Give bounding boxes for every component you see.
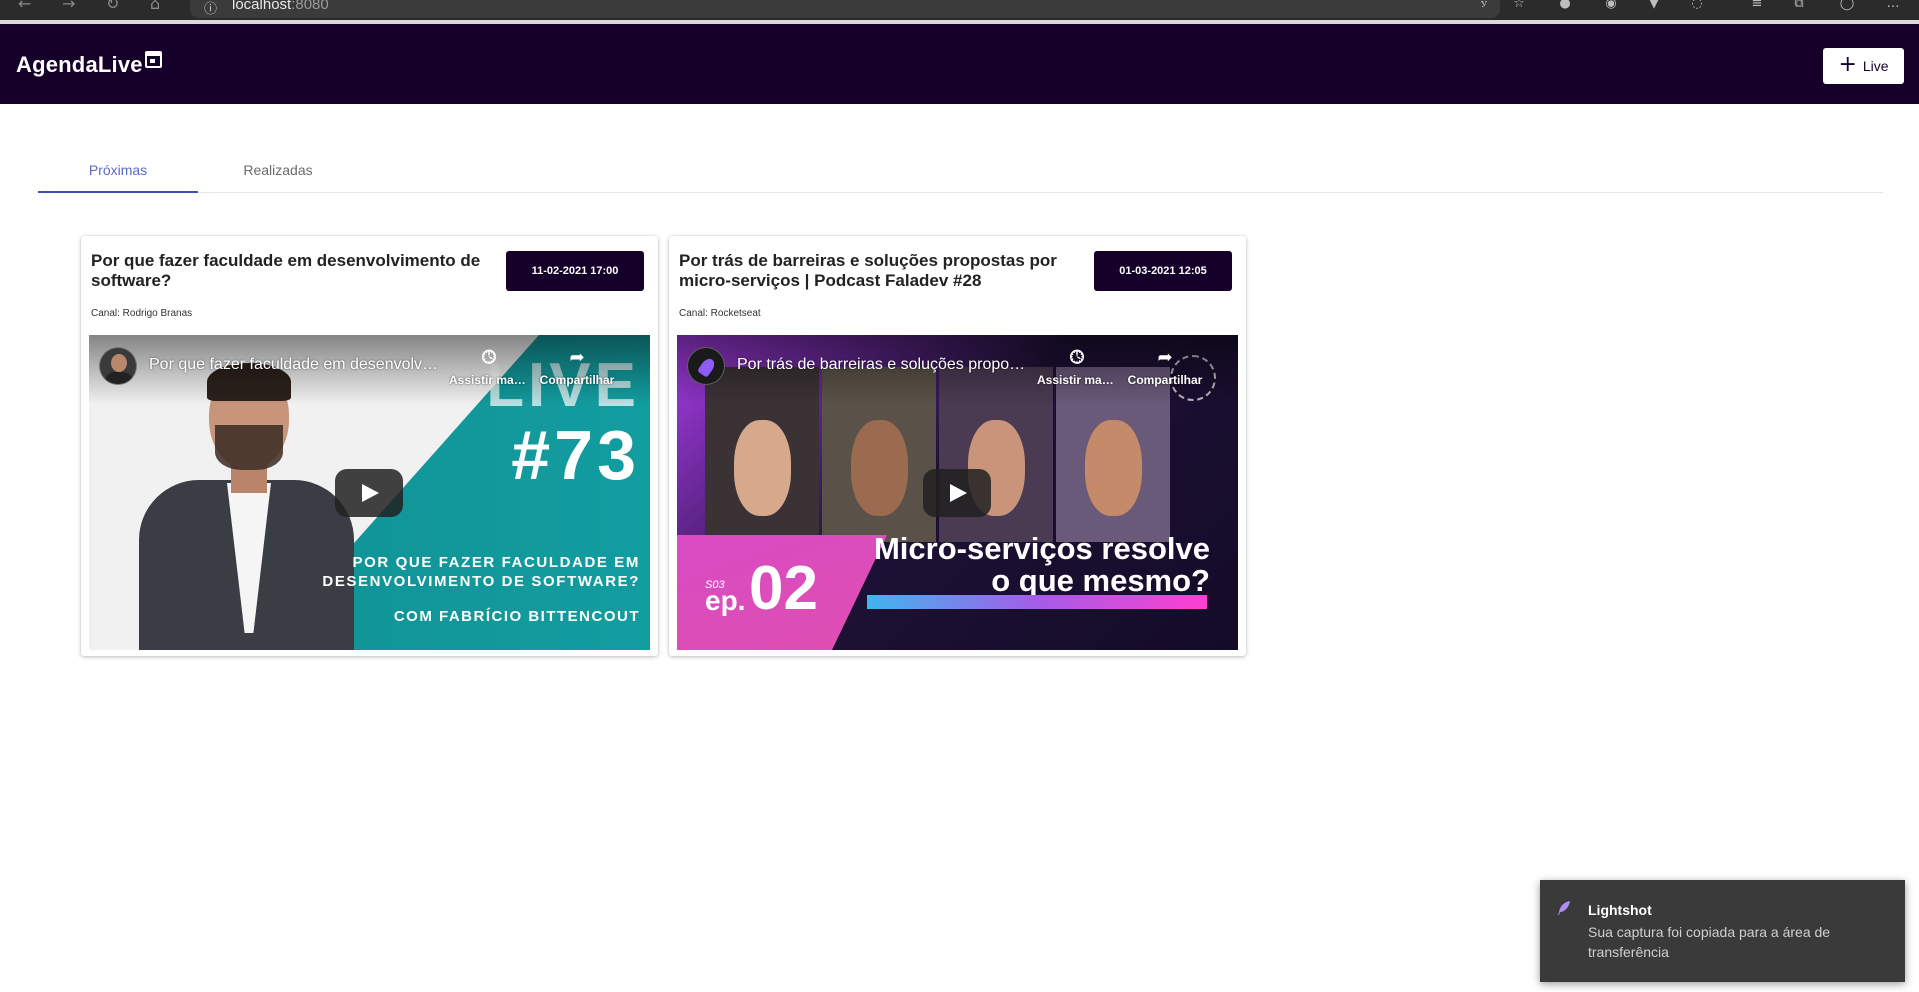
video-player[interactable]: LIVE #73 POR QUE FAZER FACULDADE EM DESE… [89, 335, 650, 650]
toast-message: Sua captura foi copiada para a área de t… [1588, 924, 1831, 960]
watch-later-button[interactable]: 🕓︎ Assistir mais tarde [449, 347, 529, 387]
arrow-left-icon[interactable]: ← [18, 0, 31, 12]
brand-logo[interactable]: AgendaLive [16, 52, 143, 78]
notification-toast[interactable]: Lightshot Sua captura foi copiada para a… [1540, 880, 1905, 982]
share-button[interactable]: ➦ Compartilhar [1125, 347, 1205, 387]
app-header: AgendaLive + Live [0, 24, 1919, 104]
feather-icon [1558, 901, 1570, 915]
thumbnail-ep-label: ep. [705, 585, 746, 616]
video-title[interactable]: Por que fazer faculdade em desenvolvimen… [149, 356, 439, 374]
favorites-icon[interactable]: ≡ [1748, 0, 1766, 14]
rocket-icon [696, 356, 718, 378]
home-icon[interactable]: ⌂ [150, 0, 160, 12]
live-card: Por trás de barreiras e soluções propost… [669, 236, 1246, 656]
add-live-button[interactable]: + Live [1823, 48, 1904, 84]
live-date-badge: 01-03-2021 12:05 [1094, 251, 1232, 291]
live-channel: Canal: Rodrigo Branas [91, 308, 193, 319]
more-icon[interactable]: … [1884, 0, 1902, 14]
play-button[interactable] [335, 469, 403, 517]
add-live-label: Live [1862, 58, 1889, 74]
video-title[interactable]: Por trás de barreiras e soluções propost… [737, 356, 1027, 374]
thumbnail-guest: COM FABRÍCIO BITTENCOUT [393, 608, 640, 625]
extension-icon[interactable]: ● [1556, 0, 1574, 14]
extension-icon[interactable]: ◌ [1688, 0, 1706, 14]
extension-icon[interactable]: ◉ [1602, 0, 1620, 14]
info-icon[interactable]: ⓘ [204, 0, 217, 17]
watch-later-button[interactable]: 🕓︎ Assistir mais tarde [1037, 347, 1117, 387]
clock-icon: 🕓︎ [481, 347, 497, 368]
share-icon: ➦ [1157, 347, 1173, 368]
live-title: Por trás de barreiras e soluções propost… [679, 251, 1057, 290]
thumbnail-headline: Micro-serviços resolve o que mesmo? [873, 531, 1210, 598]
video-player[interactable]: S03 ep. 02 Micro-serviços resolve o que … [677, 335, 1238, 650]
tab-proximas[interactable]: Próximas [38, 148, 198, 193]
clock-icon: 🕓︎ [1069, 347, 1085, 368]
channel-avatar[interactable] [687, 347, 725, 385]
thumbnail-gradient-bar [867, 595, 1207, 609]
calendar-icon [145, 51, 162, 68]
favorites-add-icon[interactable]: ☆ [1510, 0, 1528, 14]
url-text: localhost:8080 [232, 0, 329, 13]
thumbnail-number: #73 [511, 416, 640, 494]
extension-icon[interactable]: ▼ [1645, 0, 1663, 14]
browser-toolbar: ← → ↻ ⌂ ⓘ localhost:8080 ꭹ ☆ ● ◉ ▼ ◌ ≡ ⧉… [0, 0, 1919, 20]
share-button[interactable]: ➦ Compartilhar [537, 347, 617, 387]
collections-icon[interactable]: ⧉ [1790, 0, 1808, 14]
live-title: Por que fazer faculdade em desenvolvimen… [91, 251, 481, 290]
thumbnail-subtitle: POR QUE FAZER FACULDADE EM DESENVOLVIMEN… [322, 554, 640, 590]
profile-icon[interactable]: ◯ [1838, 0, 1856, 14]
play-button[interactable] [923, 469, 991, 517]
thumbnail-ep-number: 02 [749, 554, 818, 623]
live-date-badge: 11-02-2021 17:00 [506, 251, 644, 291]
address-bar[interactable]: ⓘ localhost:8080 [190, 0, 1500, 18]
toast-title: Lightshot [1588, 902, 1652, 918]
live-card: Por que fazer faculdade em desenvolvimen… [81, 236, 658, 656]
tab-bar: Próximas Realizadas [38, 148, 1883, 193]
live-channel: Canal: Rocketseat [679, 308, 761, 319]
reader-mode-icon[interactable]: ꭹ [1475, 0, 1493, 14]
share-icon: ➦ [569, 347, 585, 368]
plus-icon: + [1838, 52, 1857, 77]
tab-realizadas[interactable]: Realizadas [198, 148, 358, 192]
channel-avatar[interactable] [99, 347, 137, 385]
reload-icon[interactable]: ↻ [106, 0, 119, 12]
arrow-right-icon[interactable]: → [62, 0, 75, 12]
